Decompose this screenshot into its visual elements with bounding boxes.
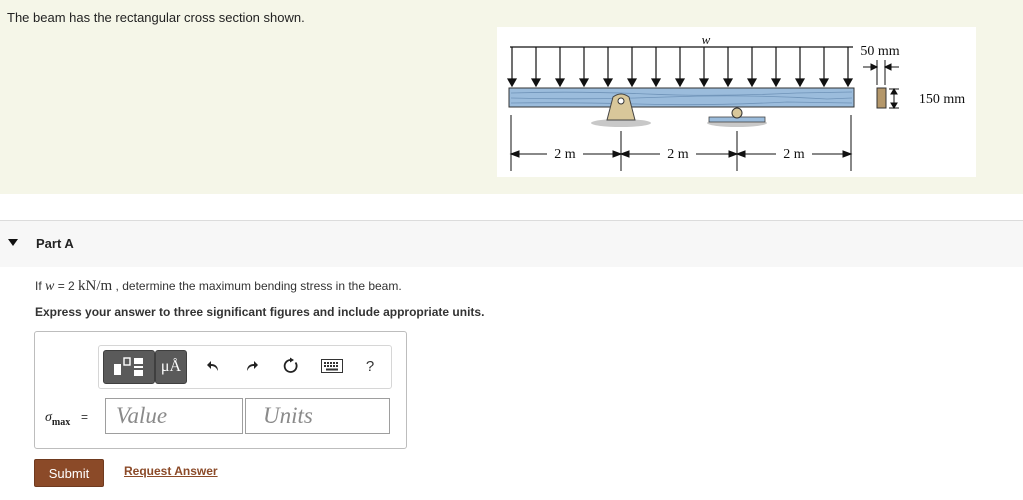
- question-variable: w: [45, 279, 55, 294]
- cross-section: 50 mm 150 mm: [860, 44, 965, 109]
- redo-icon[interactable]: [236, 350, 266, 382]
- question-mid: = 2: [54, 279, 79, 293]
- submit-button[interactable]: Submit: [34, 459, 104, 487]
- sigma-max-label: σmax: [45, 410, 70, 428]
- math-toolbar: μÅ ?: [98, 345, 392, 389]
- beam-diagram: w 2 m 2 m 2 m 50 mm 150 mm: [506, 32, 965, 171]
- beam: [508, 87, 855, 108]
- problem-intro: The beam has the rectangular cross secti…: [0, 0, 1023, 194]
- question-prefix: If: [35, 279, 46, 293]
- templates-icon: [114, 357, 143, 376]
- height-label: 150 mm: [919, 92, 965, 107]
- units-input[interactable]: [245, 398, 390, 434]
- question-quantity: kN/m: [78, 278, 113, 294]
- request-answer-link[interactable]: Request Answer: [124, 464, 218, 478]
- question-suffix: , determine the maximum bending stress i…: [112, 279, 402, 293]
- span-label-2: 2 m: [667, 147, 689, 162]
- value-input[interactable]: [105, 398, 243, 434]
- span-label-1: 2 m: [554, 147, 576, 162]
- span-label-3: 2 m: [783, 147, 805, 162]
- templates-button[interactable]: [103, 350, 155, 384]
- help-button[interactable]: ?: [355, 350, 385, 382]
- answer-instruction: Express your answer to three significant…: [35, 305, 485, 319]
- roller-support: [707, 107, 767, 127]
- beam-figure: w 2 m 2 m 2 m 50 mm 150 mm: [497, 27, 976, 177]
- part-title[interactable]: Part A: [36, 236, 74, 251]
- part-header[interactable]: [0, 221, 1023, 267]
- equals-sign: =: [81, 410, 89, 424]
- reset-icon[interactable]: [276, 350, 306, 382]
- collapse-caret-icon[interactable]: [8, 239, 18, 246]
- sigma-subscript: max: [51, 416, 71, 428]
- sigma-symbol: σ: [45, 410, 52, 425]
- question-text: If w = 2 kN/m , determine the maximum be…: [35, 278, 402, 295]
- intro-text: The beam has the rectangular cross secti…: [7, 10, 305, 25]
- distributed-load: [506, 46, 854, 88]
- keyboard-icon[interactable]: [315, 350, 349, 382]
- width-label: 50 mm: [860, 44, 899, 59]
- undo-icon[interactable]: [199, 350, 229, 382]
- units-button[interactable]: μÅ: [155, 350, 187, 384]
- load-label: w: [702, 32, 711, 47]
- span-dimensions: [509, 115, 853, 171]
